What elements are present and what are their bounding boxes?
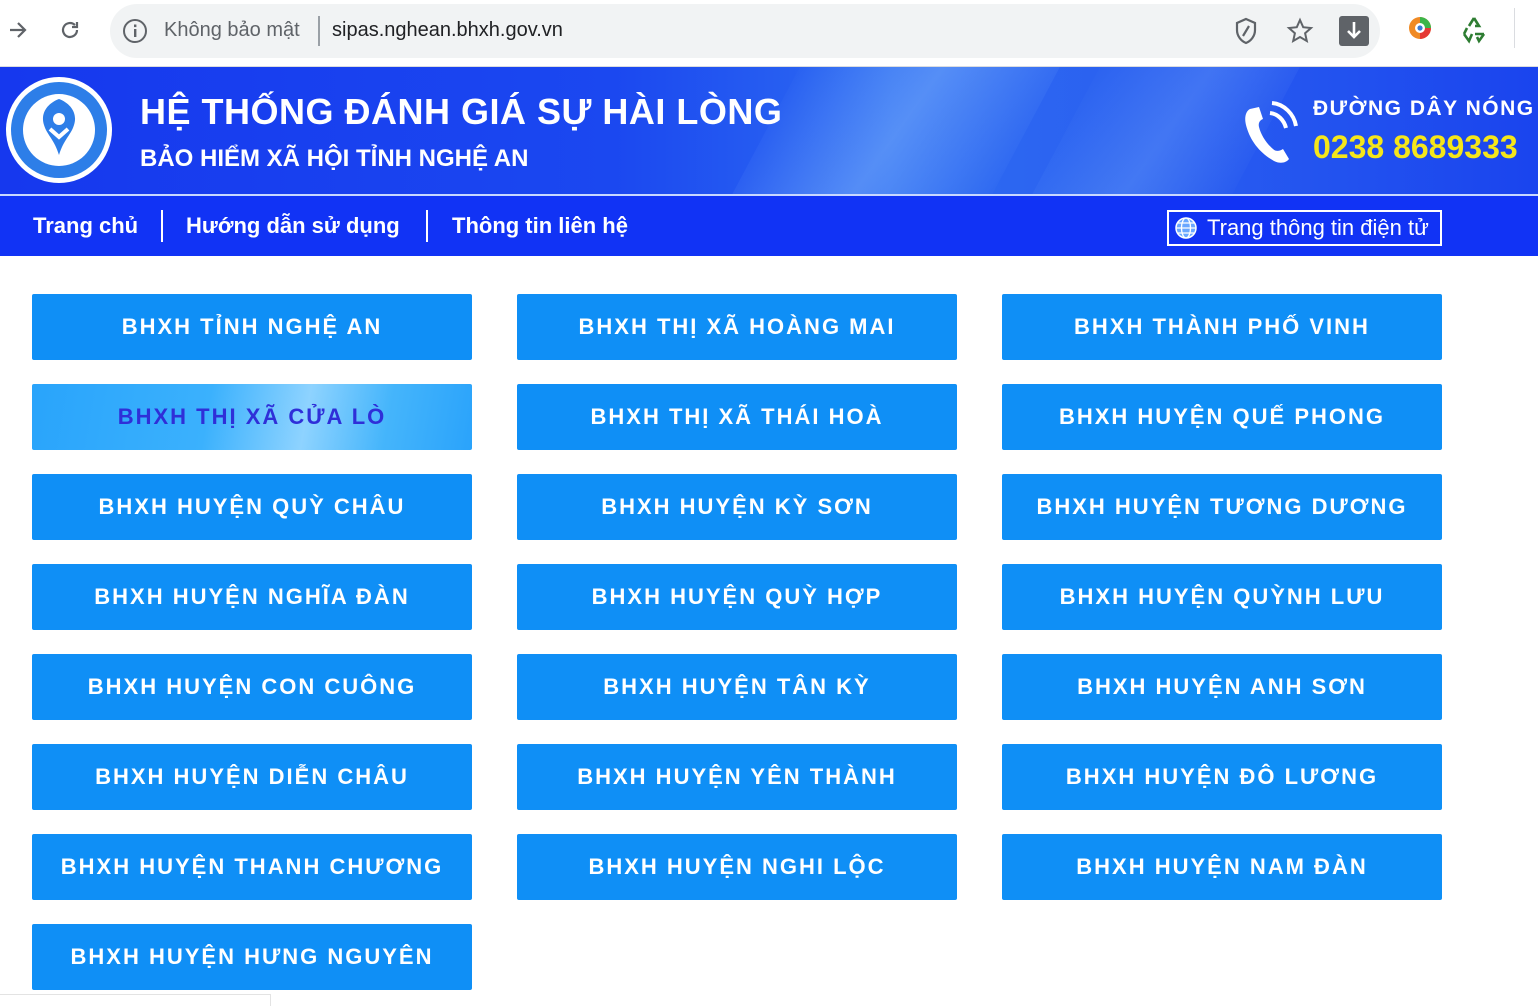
main-navbar: Trang chủ Hướng dẫn sử dụng Thông tin li… xyxy=(0,196,1538,256)
unit-button[interactable]: BHXH HUYỆN NGHI LỘC xyxy=(517,834,957,900)
browser-toolbar: Không bảo mật sipas.nghean.bhxh.gov.vn xyxy=(0,0,1538,67)
nav-contact[interactable]: Thông tin liên hệ xyxy=(452,213,628,239)
unit-button[interactable]: BHXH HUYỆN QUẾ PHONG xyxy=(1002,384,1442,450)
recycle-icon[interactable] xyxy=(1459,14,1489,44)
bookmark-star-icon[interactable] xyxy=(1286,17,1314,45)
unit-button[interactable]: BHXH THỊ XÃ HOÀNG MAI xyxy=(517,294,957,360)
url-text[interactable]: sipas.nghean.bhxh.gov.vn xyxy=(332,19,563,42)
unit-button[interactable]: BHXH HUYỆN QUỲNH LƯU xyxy=(1002,564,1442,630)
omnibox-separator xyxy=(318,16,320,46)
reload-button[interactable] xyxy=(52,12,88,48)
hotline-label: ĐƯỜNG DÂY NÓNG xyxy=(1313,97,1535,120)
toolbar-divider xyxy=(1514,8,1515,48)
reload-icon xyxy=(61,21,79,39)
unit-button[interactable]: BHXH HUYỆN QUỲ HỢP xyxy=(517,564,957,630)
unit-button[interactable]: BHXH HUYỆN NGHĨA ĐÀN xyxy=(32,564,472,630)
address-bar[interactable]: Không bảo mật sipas.nghean.bhxh.gov.vn xyxy=(110,4,1380,58)
nav-user-guide[interactable]: Hướng dẫn sử dụng xyxy=(186,213,400,239)
site-banner: HỆ THỐNG ĐÁNH GIÁ SỰ HÀI LÒNG BẢO HIỂM X… xyxy=(0,67,1538,194)
unit-button[interactable]: BHXH HUYỆN CON CUÔNG xyxy=(32,654,472,720)
status-bar-edge xyxy=(0,994,271,1006)
download-icon[interactable] xyxy=(1338,15,1370,47)
unit-button[interactable]: BHXH HUYỆN ANH SƠN xyxy=(1002,654,1442,720)
bhxh-logo-icon[interactable] xyxy=(4,75,114,185)
portal-link-button[interactable]: Trang thông tin điện tử xyxy=(1167,210,1442,246)
unit-button[interactable]: BHXH HUYỆN QUỲ CHÂU xyxy=(32,474,472,540)
shield-icon[interactable] xyxy=(1234,17,1258,45)
unit-button[interactable]: BHXH HUYỆN YÊN THÀNH xyxy=(517,744,957,810)
unit-button[interactable]: BHXH HUYỆN ĐÔ LƯƠNG xyxy=(1002,744,1442,810)
unit-button[interactable]: BHXH THỊ XÃ THÁI HOÀ xyxy=(517,384,957,450)
unit-button[interactable]: BHXH HUYỆN KỲ SƠN xyxy=(517,474,957,540)
phone-icon xyxy=(1245,101,1298,163)
info-icon[interactable] xyxy=(122,18,148,44)
unit-button[interactable]: BHXH THỊ XÃ CỬA LÒ xyxy=(32,384,472,450)
unit-button[interactable]: BHXH HUYỆN DIỄN CHÂU xyxy=(32,744,472,810)
nav-divider xyxy=(426,210,428,242)
unit-button[interactable]: BHXH HUYỆN TÂN KỲ xyxy=(517,654,957,720)
arrow-right-icon xyxy=(10,22,27,38)
unit-button[interactable]: BHXH HUYỆN HƯNG NGUYÊN xyxy=(32,924,472,990)
security-label: Không bảo mật xyxy=(164,19,300,41)
unit-button[interactable]: BHXH THÀNH PHỐ VINH xyxy=(1002,294,1442,360)
hotline-number: 0238 8689333 xyxy=(1313,129,1518,165)
portal-link-label: Trang thông tin điện tử xyxy=(1207,215,1429,240)
nav-divider xyxy=(161,210,163,242)
nav-home[interactable]: Trang chủ xyxy=(33,213,138,239)
unit-button[interactable]: BHXH HUYỆN THANH CHƯƠNG xyxy=(32,834,472,900)
extension-color-icon[interactable] xyxy=(1406,14,1434,42)
unit-button[interactable]: BHXH HUYỆN NAM ĐÀN xyxy=(1002,834,1442,900)
site-subtitle: BẢO HIỂM XÃ HỘI TỈNH NGHỆ AN xyxy=(140,145,529,172)
unit-button[interactable]: BHXH HUYỆN TƯƠNG DƯƠNG xyxy=(1002,474,1442,540)
forward-button[interactable] xyxy=(0,12,36,48)
site-title: HỆ THỐNG ĐÁNH GIÁ SỰ HÀI LÒNG xyxy=(140,91,783,132)
globe-icon xyxy=(1175,217,1197,239)
unit-button[interactable]: BHXH TỈNH NGHỆ AN xyxy=(32,294,472,360)
